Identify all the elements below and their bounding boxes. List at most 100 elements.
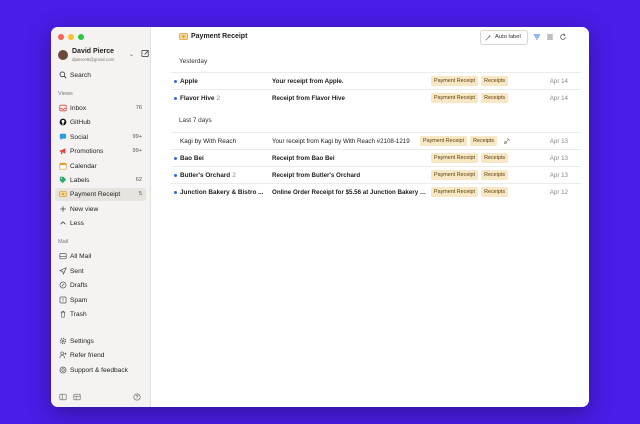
tag-badge: Receipts <box>470 136 497 146</box>
row-sender: Apple <box>180 78 198 85</box>
sidebar-item-label: All Mail <box>70 253 91 260</box>
sidebar-item-inbox[interactable]: Inbox 76 <box>55 102 146 115</box>
table-row[interactable]: Butler's Orchard2 Receipt from Butler's … <box>171 166 581 184</box>
row-tags: Payment Receipt Receipts <box>420 136 497 146</box>
unread-dot <box>174 80 177 83</box>
sidebar-item-social[interactable]: Social 99+ <box>55 131 146 144</box>
calendar-icon <box>59 162 67 170</box>
auto-label-icon <box>485 34 492 41</box>
unread-count: 99+ <box>133 134 143 140</box>
row-subject: Receipt from Bao Bei <box>272 155 335 162</box>
window-controls <box>58 34 84 40</box>
row-sender: Junction Bakery & Bistro ... <box>180 189 263 196</box>
row-tags: Payment Receipt Receipts <box>431 76 508 86</box>
auto-label-text: Auto label <box>495 34 521 40</box>
table-row[interactable]: Apple Your receipt from Apple. Payment R… <box>171 72 581 90</box>
sidebar-item-new-view[interactable]: New view <box>55 203 146 216</box>
sender-name: Butler's Orchard <box>180 172 230 179</box>
tag-badge: Payment Receipt <box>431 93 478 103</box>
sidebar-item-label: Payment Receipt <box>70 191 120 198</box>
gear-icon <box>59 337 67 345</box>
close-window-button[interactable] <box>58 34 64 40</box>
minimize-window-button[interactable] <box>68 34 74 40</box>
sidebar-item-sent[interactable]: Sent <box>55 265 146 278</box>
row-subject: Your receipt from Kagi by With Reach #21… <box>272 138 410 145</box>
question-mark-icon[interactable] <box>133 393 141 401</box>
sidebar-item-calendar[interactable]: Calendar <box>55 160 146 173</box>
row-tags: Payment Receipt Receipts <box>431 93 508 103</box>
row-tags: Payment Receipt Receipts <box>431 170 508 180</box>
table-row[interactable]: Junction Bakery & Bistro ... Online Orde… <box>171 183 581 201</box>
account-email: dpierce8@gmail.com <box>72 57 114 62</box>
row-subject: Receipt from Flavor Hive <box>272 95 345 102</box>
sidebar-item-label: Support & feedback <box>70 367 128 374</box>
sidebar-item-github[interactable]: GitHub <box>55 116 146 129</box>
account-switcher[interactable]: David Pierce dpierce8@gmail.com ⌄ <box>58 48 144 68</box>
sidebar-item-label: Refer friend <box>70 352 104 359</box>
snooze-icon[interactable] <box>503 137 511 145</box>
row-sender: Butler's Orchard2 <box>180 172 236 179</box>
row-tags: Payment Receipt Receipts <box>431 153 508 163</box>
filter-icon[interactable] <box>533 33 541 41</box>
zoom-window-button[interactable] <box>78 34 84 40</box>
person-add-icon <box>59 351 67 359</box>
tag-badge: Receipts <box>481 153 508 163</box>
mail-section-label: Mail <box>58 239 68 245</box>
compose-icon[interactable] <box>141 49 150 58</box>
sidebar-item-payment-receipt[interactable]: Payment Receipt 5 <box>55 188 146 201</box>
sidebar-item-support[interactable]: Support & feedback <box>55 364 146 377</box>
table-row[interactable]: Bao Bei Receipt from Bao Bei Payment Rec… <box>171 149 581 167</box>
list-view-icon[interactable] <box>546 33 554 41</box>
row-date: Apr 14 <box>550 78 568 85</box>
sidebar-bottom-toolbar <box>59 393 143 402</box>
unread-dot <box>174 191 177 194</box>
avatar <box>58 50 68 60</box>
refresh-icon[interactable] <box>559 33 567 41</box>
plus-icon <box>59 205 67 213</box>
app-window: David Pierce dpierce8@gmail.com ⌄ Search… <box>51 27 589 407</box>
sidebar-item-label: Drafts <box>70 282 88 289</box>
sidebar-item-label: Spam <box>70 297 87 304</box>
sidebar-item-spam[interactable]: Spam <box>55 294 146 307</box>
tag-badge: Receipts <box>481 187 508 197</box>
auto-label-button[interactable]: Auto label <box>480 30 528 45</box>
sidebar-item-trash[interactable]: Trash <box>55 308 146 321</box>
sidebar-item-label: Less <box>70 220 84 227</box>
sidebar-item-label: Inbox <box>70 105 86 112</box>
sidebar-toggle-icon[interactable] <box>59 393 67 401</box>
sidebar-item-drafts[interactable]: Drafts <box>55 279 146 292</box>
github-icon <box>59 118 67 126</box>
sidebar-item-promotions[interactable]: Promotions 99+ <box>55 145 146 158</box>
unread-count: 99+ <box>133 148 143 154</box>
tag-badge: Payment Receipt <box>431 76 478 86</box>
table-row[interactable]: Kagi by With Reach Your receipt from Kag… <box>171 132 581 150</box>
tag-badge: Receipts <box>481 93 508 103</box>
mail-list-pane: Payment Receipt Auto label Yesterday <box>151 27 589 407</box>
sidebar-item-label: Sent <box>70 268 84 275</box>
sidebar-item-refer-friend[interactable]: Refer friend <box>55 349 146 362</box>
calendar-panel-icon[interactable] <box>73 393 81 401</box>
row-tags: Payment Receipt Receipts <box>431 187 508 197</box>
sidebar-item-labels[interactable]: Labels 62 <box>55 174 146 187</box>
sidebar-item-all-mail[interactable]: All Mail <box>55 250 146 263</box>
chevron-up-icon <box>59 219 67 227</box>
thread-count: 2 <box>216 95 220 102</box>
thread-count: 2 <box>232 172 236 179</box>
unread-dot <box>174 157 177 160</box>
table-row[interactable]: Flavor Hive2 Receipt from Flavor Hive Pa… <box>171 89 581 107</box>
sidebar-item-label: Calendar <box>70 163 97 170</box>
spam-icon <box>59 296 67 304</box>
sidebar-item-less[interactable]: Less <box>55 217 146 230</box>
group-header-last-7-days: Last 7 days <box>179 117 212 124</box>
search-button[interactable]: Search <box>55 69 146 82</box>
account-name: David Pierce <box>72 48 114 55</box>
help-circle-icon <box>59 366 67 374</box>
row-date: Apr 13 <box>550 138 568 145</box>
sidebar-item-label: Labels <box>70 177 89 184</box>
draft-icon <box>59 281 67 289</box>
row-date: Apr 12 <box>550 189 568 196</box>
row-sender: Bao Bei <box>180 155 204 162</box>
tag-badge: Receipts <box>481 76 508 86</box>
sidebar-item-settings[interactable]: Settings <box>55 335 146 348</box>
row-sender: Flavor Hive2 <box>180 95 220 102</box>
